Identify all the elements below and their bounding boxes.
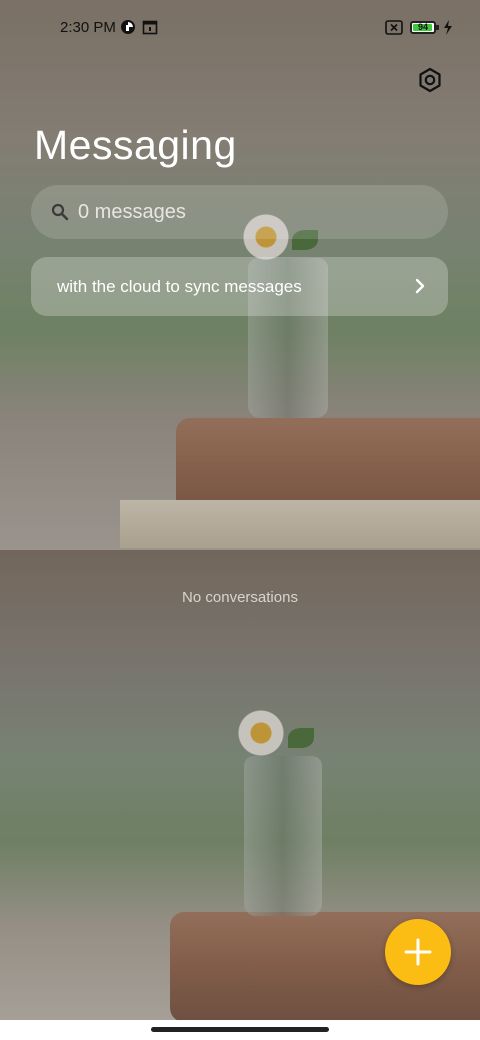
search-bar[interactable]: 0 messages: [31, 185, 448, 239]
calendar-icon: [142, 19, 158, 40]
cloud-sync-text: with the cloud to sync messages: [57, 277, 302, 296]
sim-none-icon: [385, 20, 403, 40]
new-message-button[interactable]: [385, 919, 451, 985]
navigation-bar: [0, 1020, 480, 1040]
battery-level: 94: [417, 22, 428, 32]
battery-cap: [436, 25, 439, 30]
status-bar: 2:30 PM 94: [0, 0, 480, 56]
chevron-right-icon: [414, 277, 426, 300]
empty-state-text: No conversations: [182, 589, 298, 606]
page-title: Messaging: [34, 122, 237, 168]
data-saver-icon: [120, 19, 136, 40]
home-gesture-handle[interactable]: [151, 1027, 329, 1032]
search-icon: [51, 203, 69, 226]
charging-icon: [443, 20, 453, 40]
settings-button[interactable]: [416, 66, 444, 94]
status-time: 2:30 PM: [60, 19, 116, 36]
search-placeholder: 0 messages: [78, 201, 186, 223]
settings-icon: [419, 67, 441, 93]
battery-icon: 94: [410, 21, 436, 34]
cloud-sync-banner[interactable]: with the cloud to sync messages: [31, 257, 448, 316]
plus-icon: [404, 938, 432, 966]
